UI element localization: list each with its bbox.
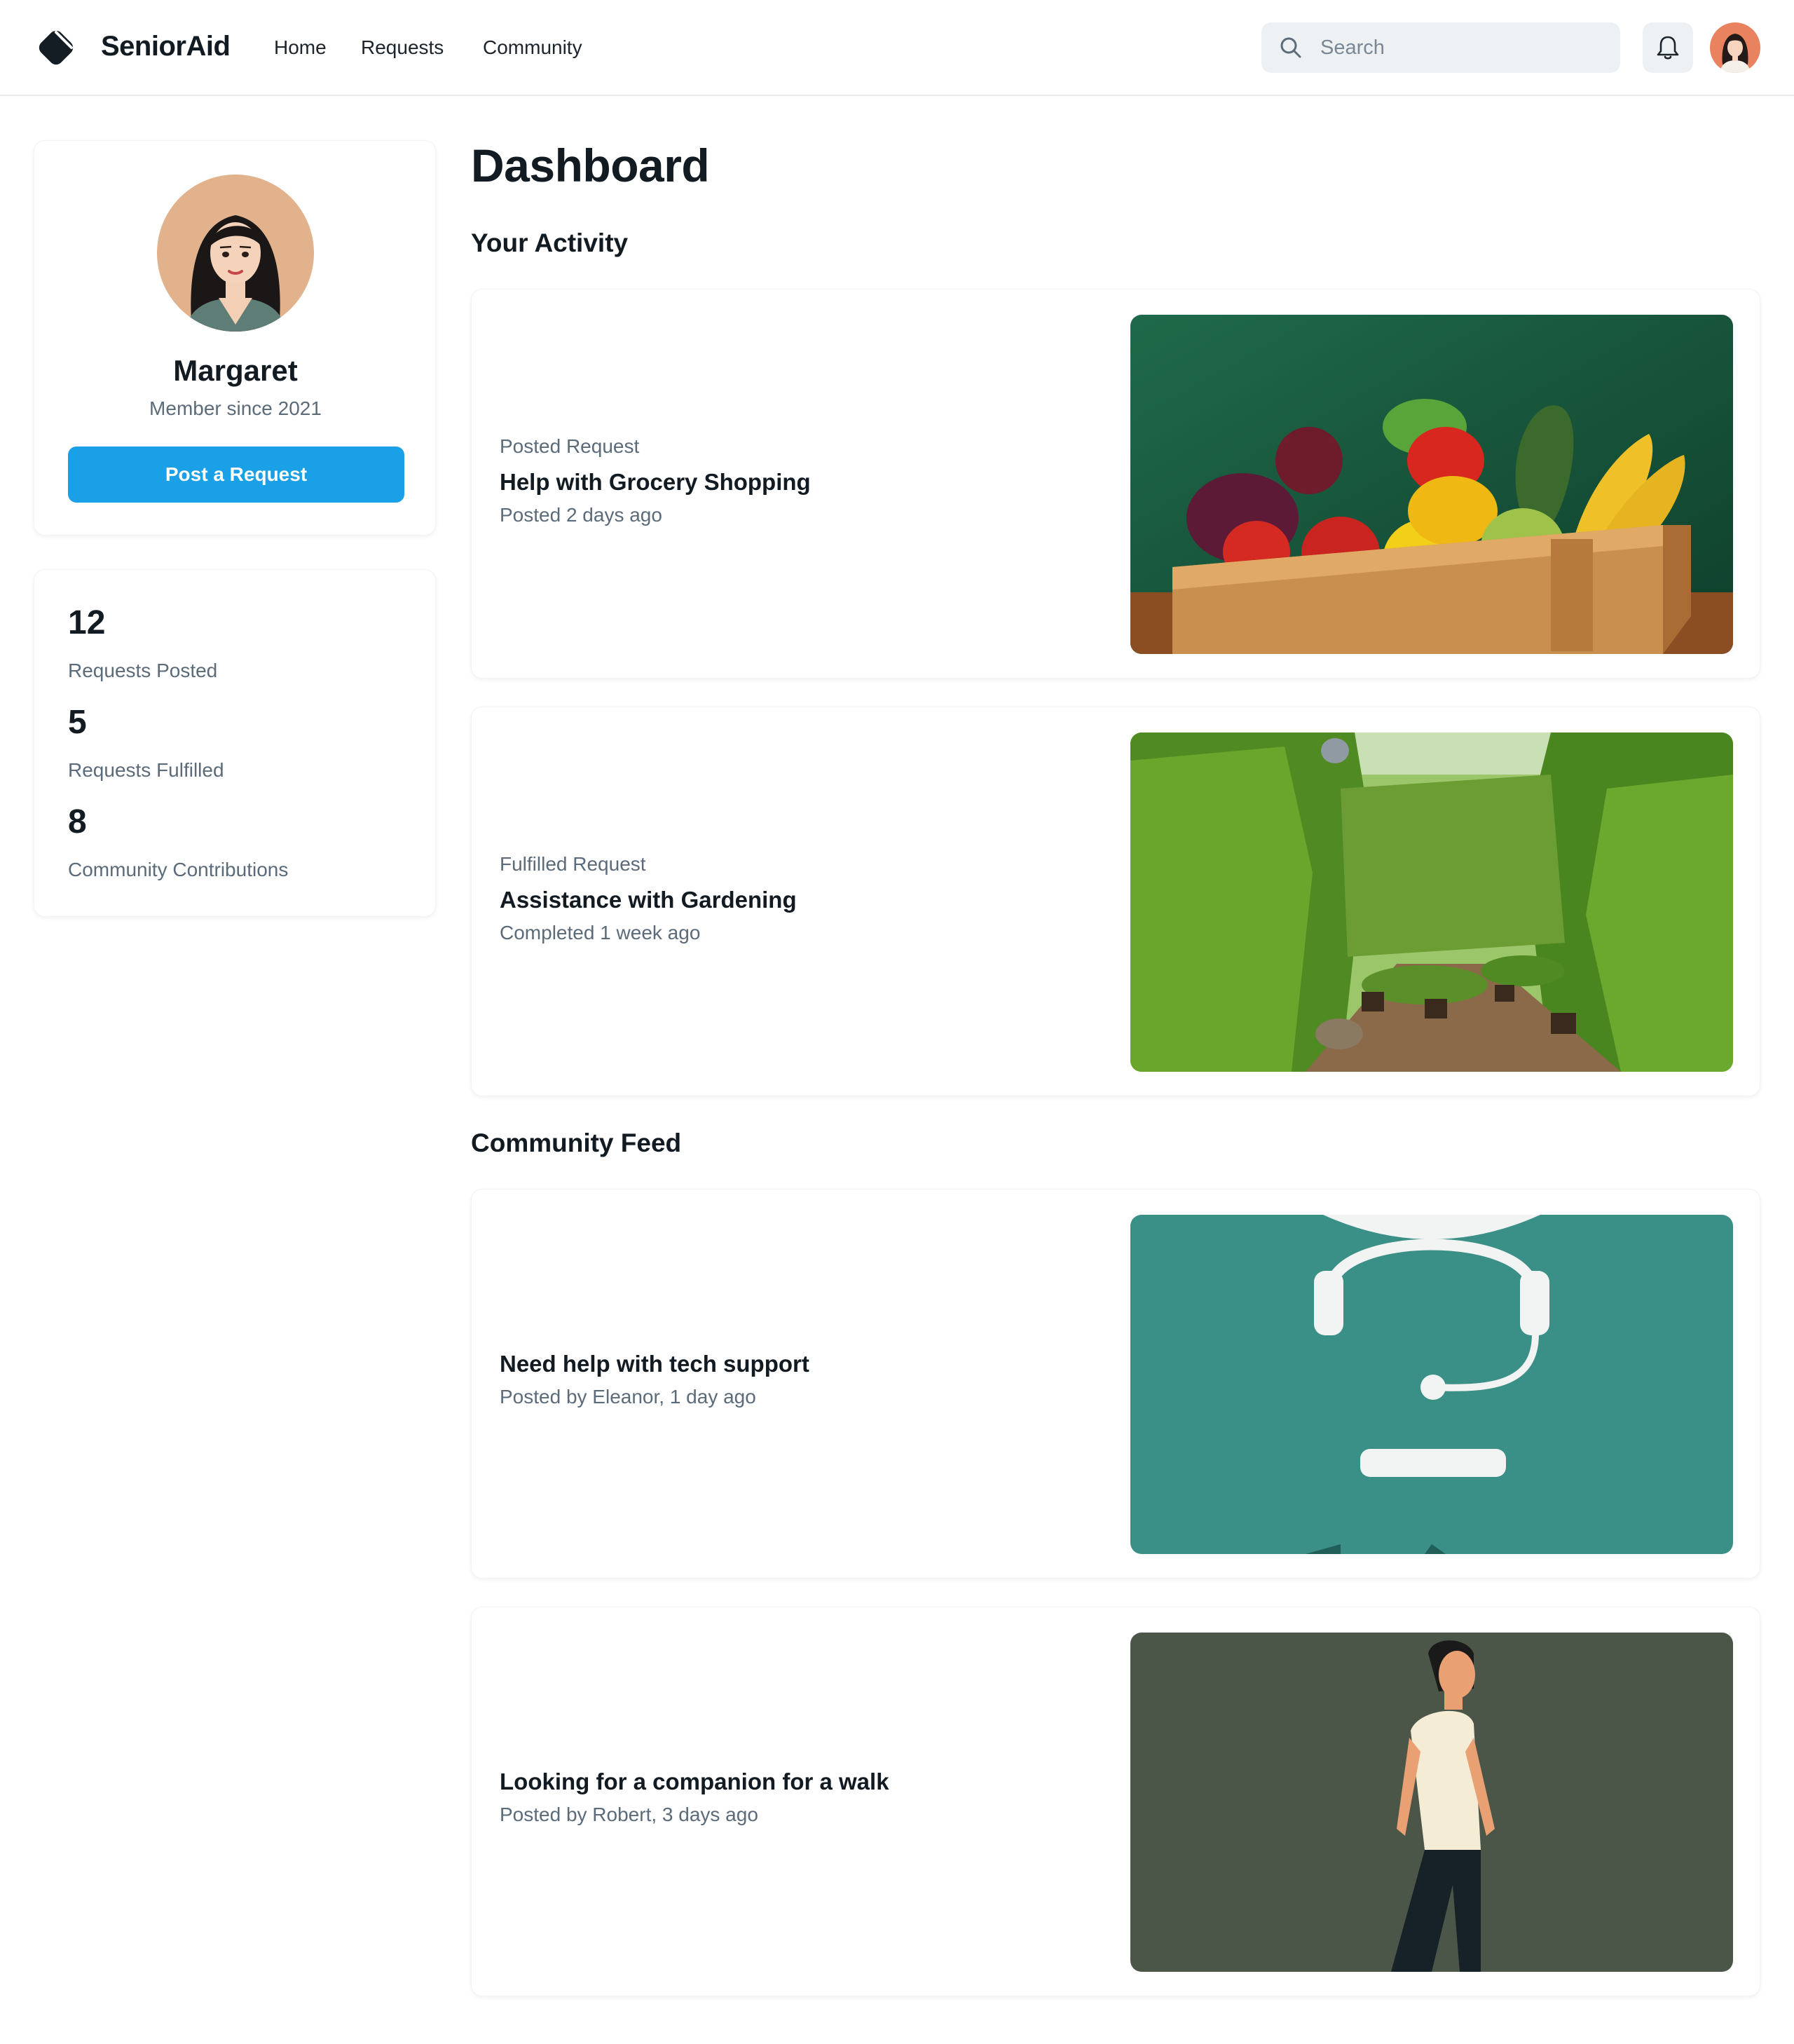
bell-icon — [1657, 36, 1679, 60]
search-bar[interactable] — [1261, 22, 1620, 73]
stat-community-contributions-label: Community Contributions — [68, 859, 289, 880]
activity-card-grocery[interactable]: Posted Request Help with Grocery Shoppin… — [471, 289, 1760, 679]
nav-home[interactable]: Home — [274, 36, 327, 59]
grocery-box-image — [1130, 315, 1733, 654]
community-feed-heading: Community Feed — [471, 1129, 682, 1157]
page-title: Dashboard — [471, 139, 710, 191]
stat-requests-fulfilled-label: Requests Fulfilled — [68, 759, 224, 781]
activity-time: Posted 2 days ago — [500, 504, 662, 526]
activity-type: Fulfilled Request — [500, 853, 646, 875]
community-post-walk-companion[interactable]: Looking for a companion for a walk Poste… — [471, 1607, 1760, 1996]
search-icon — [1280, 37, 1301, 58]
activity-card-gardening[interactable]: Fulfilled Request Assistance with Garden… — [471, 707, 1760, 1096]
stat-requests-posted-value: 12 — [68, 604, 106, 641]
garden-image — [1130, 733, 1733, 1072]
stats-card: 12 Requests Posted 5 Requests Fulfilled … — [34, 569, 436, 917]
member-since-text: Member since 2021 — [149, 397, 322, 419]
community-post-byline: Posted by Eleanor, 1 day ago — [500, 1386, 756, 1408]
stat-requests-posted-label: Requests Posted — [68, 660, 218, 681]
top-navigation-bar: SeniorAid Home Requests Community — [0, 0, 1794, 96]
community-post-title[interactable]: Looking for a companion for a walk — [500, 1769, 889, 1795]
stat-requests-fulfilled-value: 5 — [68, 704, 87, 741]
nav-requests[interactable]: Requests — [361, 36, 444, 59]
notifications-button[interactable] — [1643, 22, 1693, 73]
community-post-byline: Posted by Robert, 3 days ago — [500, 1804, 758, 1825]
user-avatar[interactable] — [1710, 22, 1760, 73]
profile-card: Margaret Member since 2021 Post a Reques… — [34, 140, 436, 536]
headset-image — [1130, 1215, 1733, 1554]
brand-name[interactable]: SeniorAid — [101, 31, 231, 62]
your-activity-heading: Your Activity — [471, 229, 629, 257]
nav-community[interactable]: Community — [483, 36, 582, 59]
profile-name: Margaret — [173, 354, 298, 387]
profile-avatar — [157, 175, 314, 332]
search-input[interactable] — [1320, 22, 1601, 73]
activity-time: Completed 1 week ago — [500, 922, 701, 943]
walking-man-image — [1130, 1633, 1733, 1972]
community-post-title[interactable]: Need help with tech support — [500, 1351, 809, 1377]
logo-icon[interactable] — [35, 27, 77, 69]
stat-community-contributions-value: 8 — [68, 803, 87, 840]
activity-title[interactable]: Assistance with Gardening — [500, 887, 797, 913]
activity-title[interactable]: Help with Grocery Shopping — [500, 469, 811, 496]
post-request-button[interactable]: Post a Request — [68, 447, 404, 503]
community-post-tech-support[interactable]: Need help with tech support Posted by El… — [471, 1189, 1760, 1579]
activity-type: Posted Request — [500, 435, 640, 457]
